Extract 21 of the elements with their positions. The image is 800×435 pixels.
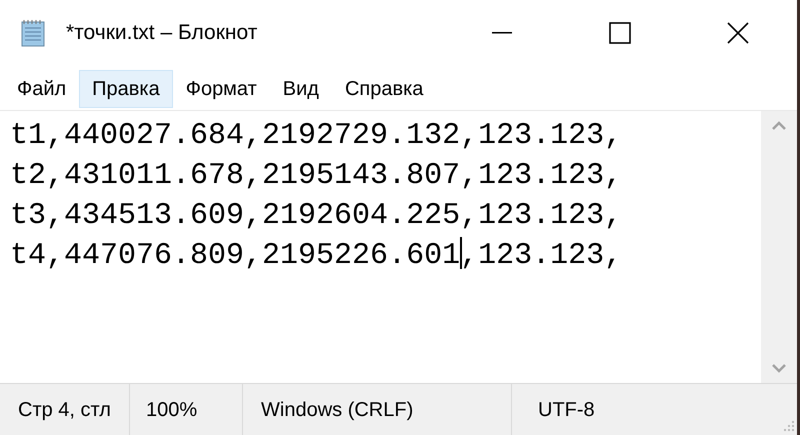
text-line: t1,440027.684,2192729.132,123.123, [10,119,622,153]
menu-item[interactable]: Правка [79,70,173,108]
menu-item[interactable]: Формат [172,70,270,108]
resize-grip-icon[interactable] [783,420,795,432]
minimize-icon [492,32,512,34]
status-text: Стр 4, стл [18,398,111,422]
status-text: 100% [146,398,198,422]
menu-item[interactable]: Справка [332,70,436,108]
menu-item[interactable]: Файл [4,70,80,108]
status-text: UTF-8 [538,398,595,422]
scrollbar[interactable] [761,111,797,383]
scroll-up-icon[interactable] [772,121,786,130]
close-icon [727,22,749,44]
text-line: t2,431011.678,2195143.807,123.123, [10,159,622,193]
text-line: t3,434513.609,2192604.225,123.123, [10,199,622,233]
window-title: *точки.txt – Блокнот [66,20,258,46]
status-text: Windows (CRLF) [261,398,414,422]
maximize-icon [609,22,631,44]
menu-item[interactable]: Вид [270,70,332,108]
text-line: t4,447076.809,2195226.601,123.123, [10,239,622,273]
scroll-down-icon[interactable] [772,364,786,373]
